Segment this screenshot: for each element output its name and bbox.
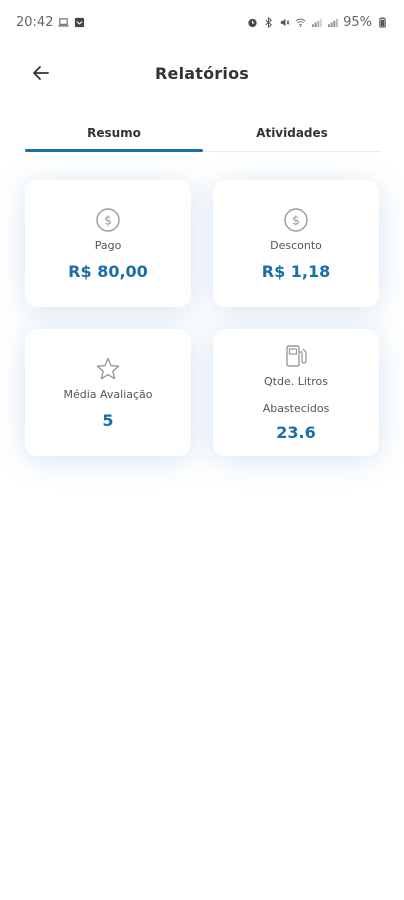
tab-resumo[interactable]: Resumo [25, 114, 203, 152]
status-left: 20:42 [16, 15, 85, 30]
card-media-label: Média Avaliação [63, 387, 153, 401]
tab-resumo-label: Resumo [87, 125, 141, 140]
battery-icon [379, 16, 386, 28]
svg-text:$: $ [292, 213, 300, 227]
mute-icon [280, 18, 290, 26]
signal-icon-2 [328, 18, 338, 27]
fuel-pump-icon [286, 345, 307, 367]
card-pago: $ Pago R$ 80,00 [25, 180, 191, 307]
status-right: 95% [247, 15, 388, 30]
card-media-avaliacao: Média Avaliação 5 [25, 329, 191, 456]
battery-percent: 95% [343, 14, 372, 30]
status-time: 20:42 [16, 14, 54, 30]
card-desconto-label: Desconto [270, 238, 322, 252]
app-header: Relatórios [0, 50, 404, 96]
status-bar: 20:42 95% [0, 0, 404, 44]
tab-bar: Resumo Atividades [25, 114, 381, 152]
tab-atividades[interactable]: Atividades [203, 114, 381, 151]
card-litros: Qtde. Litros Abastecidos 23.6 [213, 329, 379, 456]
card-litros-value: 23.6 [276, 423, 316, 442]
page-title: Relatórios [155, 63, 249, 83]
back-button[interactable] [28, 60, 54, 86]
laptop-icon [58, 17, 70, 27]
arrow-left-icon [33, 66, 49, 80]
card-litros-label-1: Qtde. Litros [264, 375, 328, 388]
star-icon [96, 357, 120, 379]
dollar-circle-icon: $ [96, 207, 120, 232]
card-pago-label: Pago [94, 238, 122, 252]
bluetooth-icon [265, 16, 273, 28]
card-media-value: 5 [102, 410, 114, 430]
notification-icon [75, 17, 85, 27]
wifi-icon [295, 18, 306, 27]
card-pago-value: R$ 80,00 [68, 261, 148, 281]
card-desconto-value: R$ 1,18 [261, 261, 331, 281]
tab-atividades-label: Atividades [256, 125, 328, 140]
summary-cards: $ Pago R$ 80,00 $ Desconto R$ 1,18 Média… [25, 180, 381, 456]
card-litros-label-2: Abastecidos [262, 402, 330, 415]
dollar-circle-icon: $ [284, 207, 308, 232]
card-desconto: $ Desconto R$ 1,18 [213, 180, 379, 307]
alarm-icon [248, 18, 257, 27]
signal-icon [312, 18, 322, 27]
svg-text:$: $ [104, 213, 112, 227]
